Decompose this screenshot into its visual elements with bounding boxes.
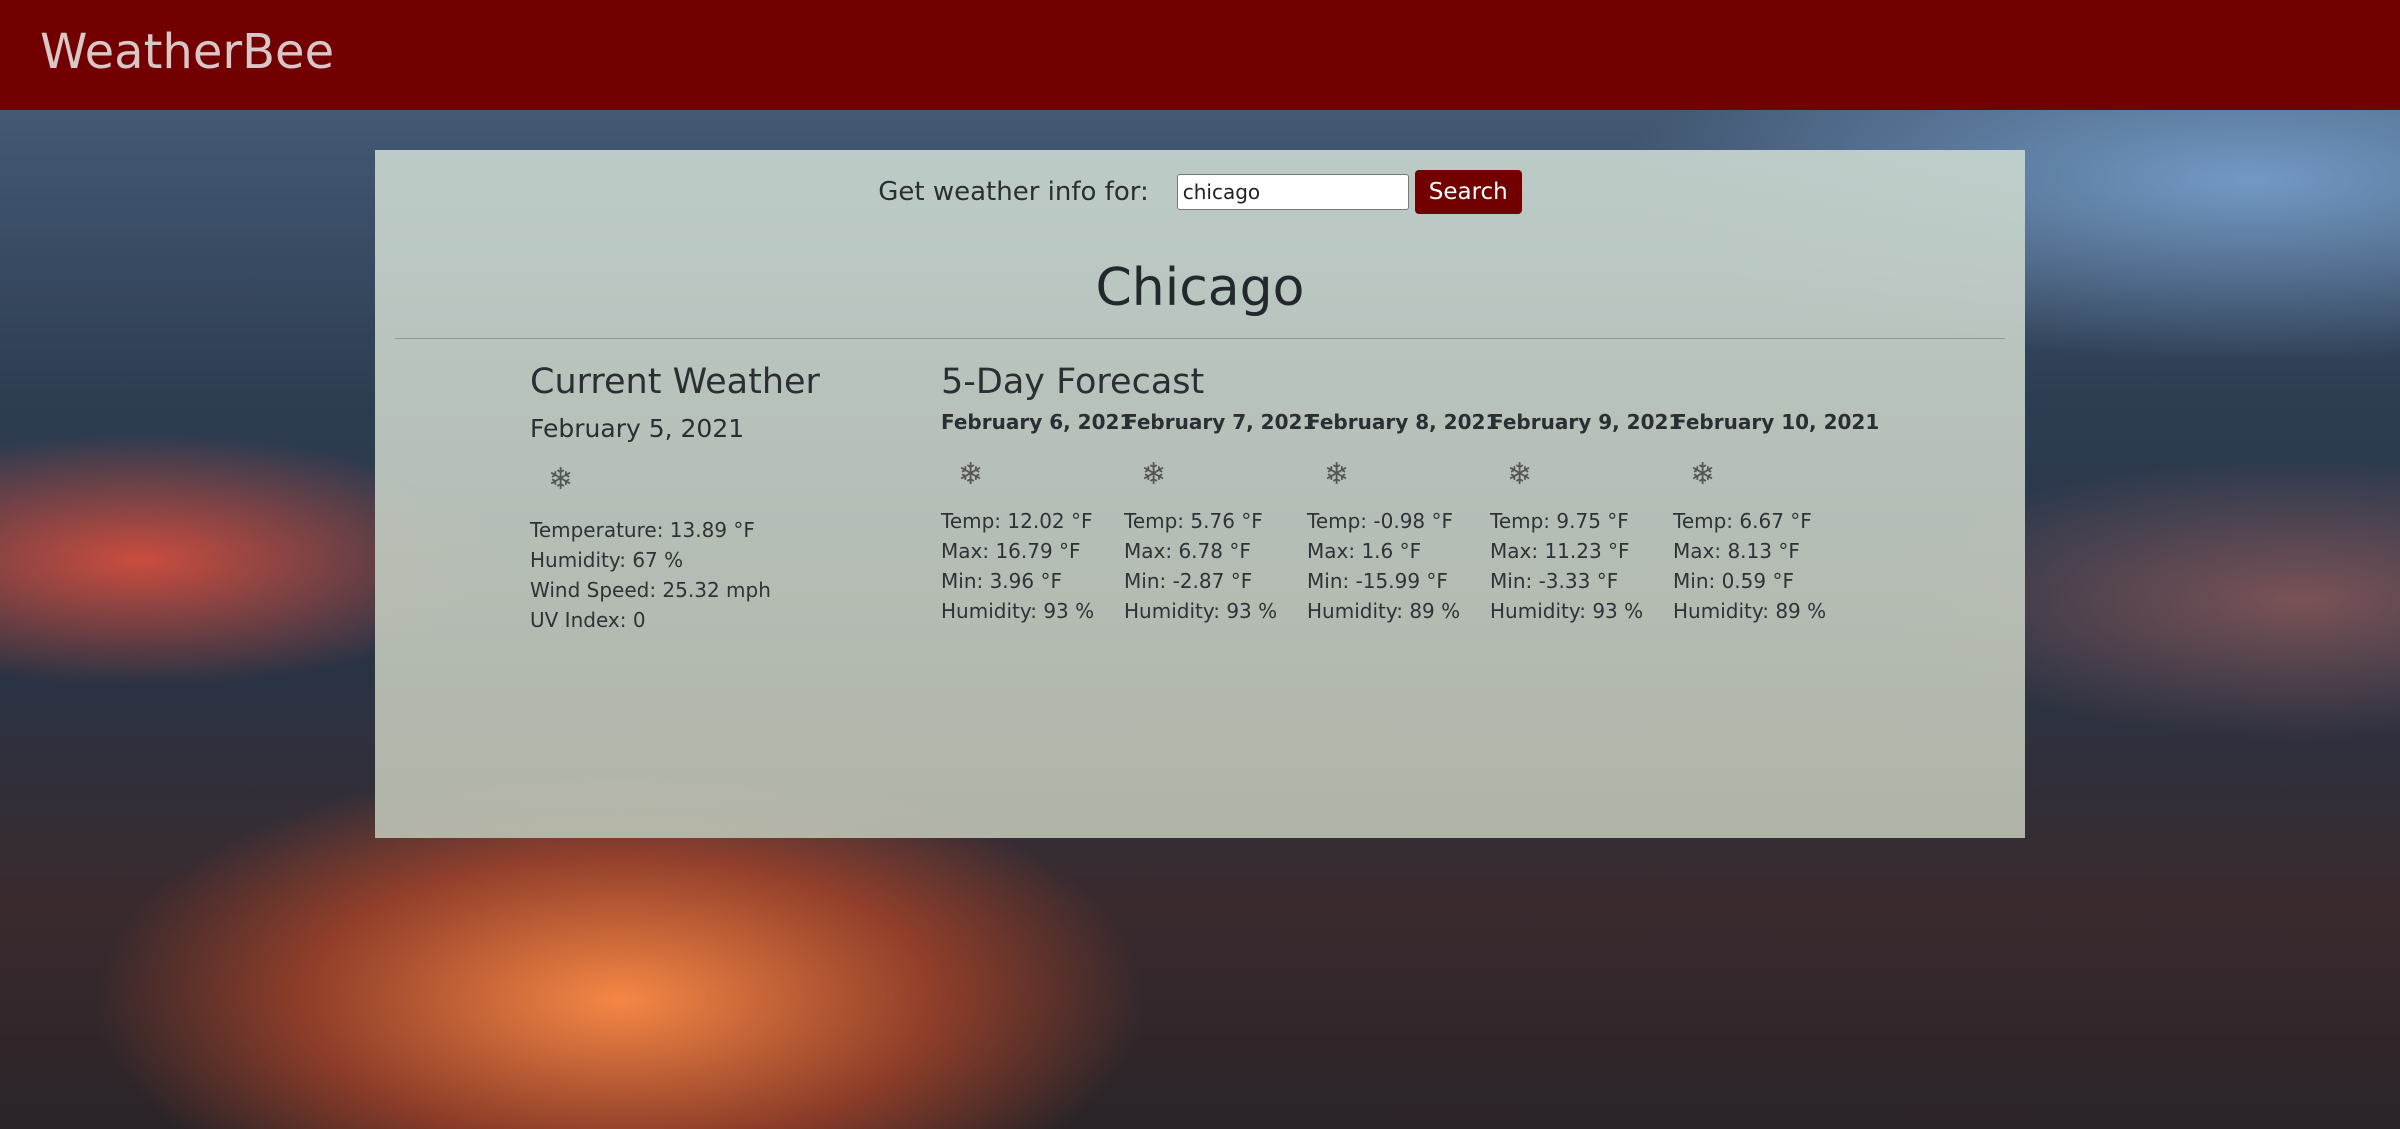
forecast-max: Max: 11.23 °F [1490, 539, 1630, 563]
divider [395, 338, 2005, 339]
forecast-max: Max: 1.6 °F [1307, 539, 1422, 563]
forecast-day: February 10, 2021 ❄ Temp: 6.67 °F Max: 8… [1673, 410, 1880, 626]
search-label: Get weather info for: [878, 177, 1149, 207]
forecast-temp: Temp: 5.76 °F [1124, 509, 1263, 533]
snowflake-icon: ❄ [548, 463, 574, 496]
snowflake-icon: ❄ [1507, 458, 1533, 491]
forecast-min: Min: 0.59 °F [1673, 569, 1794, 593]
city-search-input[interactable] [1176, 174, 1409, 210]
forecast-humidity: Humidity: 93 % [1490, 599, 1644, 623]
forecast-temp: Temp: 12.02 °F [941, 509, 1093, 533]
forecast-date: February 9, 2021 [1490, 410, 1683, 434]
forecast-humidity: Humidity: 89 % [1673, 599, 1827, 623]
forecast-min: Min: -2.87 °F [1124, 569, 1253, 593]
forecast-humidity: Humidity: 93 % [941, 599, 1095, 623]
forecast-date: February 6, 2021 [941, 410, 1134, 434]
forecast-heading: 5-Day Forecast [941, 362, 1205, 402]
forecast-temp: Temp: -0.98 °F [1307, 509, 1454, 533]
snowflake-icon: ❄ [1690, 458, 1716, 491]
snowflake-icon: ❄ [958, 458, 984, 491]
snowflake-icon: ❄ [1324, 458, 1350, 491]
forecast-days: February 6, 2021 ❄ Temp: 12.02 °F Max: 1… [941, 410, 1901, 626]
forecast-temp: Temp: 6.67 °F [1673, 509, 1812, 533]
forecast-date: February 10, 2021 [1673, 410, 1880, 434]
forecast-min: Min: 3.96 °F [941, 569, 1062, 593]
forecast-date: February 8, 2021 [1307, 410, 1500, 434]
forecast-day: February 7, 2021 ❄ Temp: 5.76 °F Max: 6.… [1124, 410, 1317, 626]
forecast-day: February 9, 2021 ❄ Temp: 9.75 °F Max: 11… [1490, 410, 1683, 626]
top-navbar: WeatherBee [0, 0, 2400, 110]
city-title: Chicago [1095, 258, 1305, 318]
forecast-min: Min: -15.99 °F [1307, 569, 1448, 593]
forecast-max: Max: 16.79 °F [941, 539, 1081, 563]
current-weather-heading: Current Weather [530, 362, 820, 402]
forecast-day: February 6, 2021 ❄ Temp: 12.02 °F Max: 1… [941, 410, 1134, 626]
search-form: Get weather info for: Search [375, 170, 2025, 214]
search-button[interactable]: Search [1414, 170, 1522, 214]
snowflake-icon: ❄ [1141, 458, 1167, 491]
forecast-humidity: Humidity: 93 % [1124, 599, 1278, 623]
forecast-max: Max: 6.78 °F [1124, 539, 1251, 563]
forecast-section: 5-Day Forecast February 6, 2021 ❄ Temp: … [941, 362, 1901, 626]
forecast-date: February 7, 2021 [1124, 410, 1317, 434]
forecast-min: Min: -3.33 °F [1490, 569, 1619, 593]
current-temperature: Temperature: 13.89 °F [530, 518, 755, 542]
current-weather-section: Current Weather February 5, 2021 ❄ Tempe… [530, 362, 910, 635]
forecast-max: Max: 8.13 °F [1673, 539, 1800, 563]
current-uv-index: UV Index: 0 [530, 608, 646, 632]
weather-panel: Get weather info for: Search Chicago Cur… [375, 150, 2025, 838]
forecast-temp: Temp: 9.75 °F [1490, 509, 1629, 533]
current-date: February 5, 2021 [530, 414, 745, 443]
forecast-humidity: Humidity: 89 % [1307, 599, 1461, 623]
brand-logo[interactable]: WeatherBee [40, 24, 334, 80]
forecast-day: February 8, 2021 ❄ Temp: -0.98 °F Max: 1… [1307, 410, 1500, 626]
current-humidity: Humidity: 67 % [530, 548, 684, 572]
current-wind-speed: Wind Speed: 25.32 mph [530, 578, 771, 602]
